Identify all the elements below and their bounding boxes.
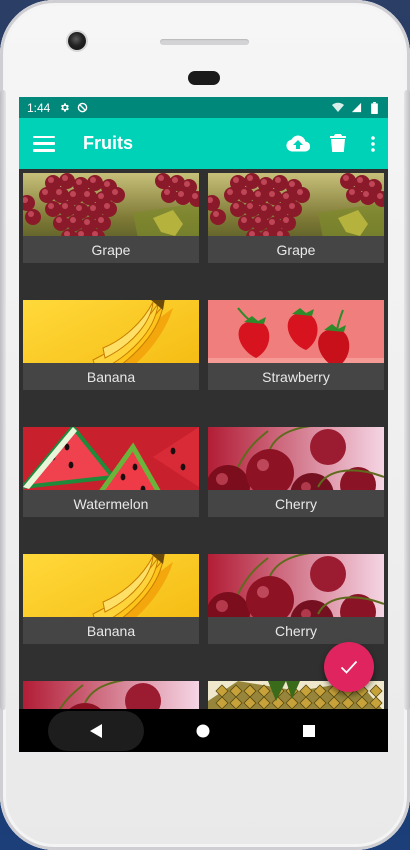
grid-item[interactable]: Strawberry bbox=[208, 300, 384, 390]
status-time: 1:44 bbox=[27, 100, 51, 115]
wifi-icon bbox=[332, 102, 344, 114]
grid-item[interactable]: Banana bbox=[23, 300, 199, 390]
grid-item-label: Cherry bbox=[208, 490, 384, 517]
grid-item[interactable]: Banana bbox=[23, 554, 199, 644]
grid-item[interactable]: Grape bbox=[208, 173, 384, 263]
phone-edge-right bbox=[404, 90, 410, 710]
check-icon bbox=[340, 660, 358, 674]
grid-item[interactable]: Grape bbox=[23, 173, 199, 263]
grid-item-label: Strawberry bbox=[208, 363, 384, 390]
navigation-bar bbox=[19, 709, 388, 752]
battery-icon bbox=[368, 101, 380, 114]
speaker-grille bbox=[160, 39, 249, 45]
grid-item-label: Banana bbox=[23, 617, 199, 644]
settings-icon bbox=[58, 102, 70, 114]
grid-item-label: Grape bbox=[23, 236, 199, 263]
cherry-image bbox=[23, 681, 199, 709]
more-vert-icon[interactable] bbox=[358, 124, 388, 164]
earpiece bbox=[188, 71, 220, 85]
phone-edge-left bbox=[0, 90, 6, 710]
status-bar: 1:44 bbox=[19, 97, 388, 118]
grid-item[interactable]: Cherry bbox=[208, 554, 384, 644]
grid-item[interactable]: Watermelon bbox=[23, 427, 199, 517]
grid-item-label: Banana bbox=[23, 363, 199, 390]
app-title: Fruits bbox=[83, 133, 134, 153]
recents-icon[interactable] bbox=[289, 709, 329, 752]
confirm-fab[interactable] bbox=[324, 642, 374, 692]
app-bar: Fruits bbox=[19, 118, 388, 169]
grid-item-label: Grape bbox=[208, 236, 384, 263]
fruit-grid: Grape Grape Banana Strawberry Watermelon… bbox=[19, 169, 388, 709]
back-icon[interactable] bbox=[76, 709, 116, 752]
grid-item-label: Watermelon bbox=[23, 490, 199, 517]
do-not-disturb-icon bbox=[76, 102, 88, 114]
grid-item[interactable] bbox=[23, 681, 199, 709]
home-icon[interactable] bbox=[183, 709, 223, 752]
signal-icon bbox=[350, 102, 362, 114]
front-camera bbox=[68, 32, 86, 50]
cloud-upload-icon[interactable] bbox=[278, 124, 318, 164]
phone-frame: 1:44 Fruits Grape Grape Banana Strawberr… bbox=[0, 0, 410, 850]
screen: 1:44 Fruits Grape Grape Banana Strawberr… bbox=[19, 97, 388, 752]
delete-icon[interactable] bbox=[318, 124, 358, 164]
grid-item-label: Cherry bbox=[208, 617, 384, 644]
grid-item[interactable]: Cherry bbox=[208, 427, 384, 517]
menu-icon[interactable] bbox=[33, 135, 55, 152]
